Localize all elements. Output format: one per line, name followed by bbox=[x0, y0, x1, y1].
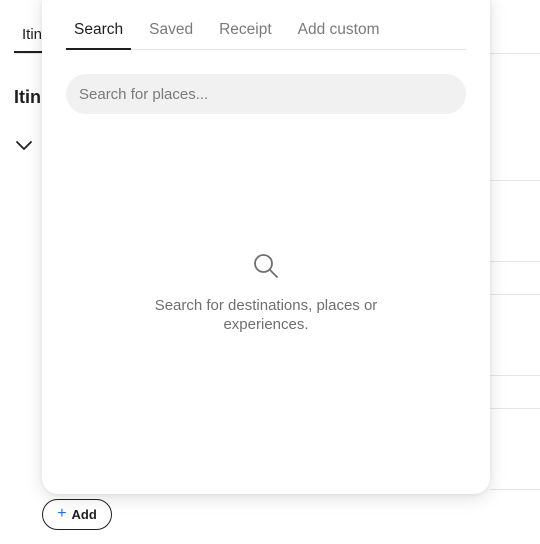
search-input[interactable] bbox=[66, 74, 466, 114]
itinerary-page: Itin Itin + Add Search Saved Receipt Add… bbox=[0, 0, 540, 544]
row-divider bbox=[490, 261, 540, 262]
row-divider bbox=[490, 408, 540, 409]
tab-saved[interactable]: Saved bbox=[141, 10, 201, 49]
tab-search[interactable]: Search bbox=[66, 10, 132, 50]
search-icon bbox=[254, 254, 278, 278]
tab-add-custom[interactable]: Add custom bbox=[290, 10, 388, 49]
add-button[interactable]: + Add bbox=[42, 499, 112, 530]
empty-state-message: Search for destinations, places or exper… bbox=[154, 297, 378, 333]
row-divider bbox=[490, 489, 540, 490]
row-divider bbox=[490, 294, 540, 295]
search-field-container bbox=[66, 74, 466, 114]
chevron-down-icon[interactable] bbox=[14, 137, 34, 153]
add-button-label: Add bbox=[71, 507, 97, 522]
row-divider bbox=[490, 180, 540, 181]
plus-icon: + bbox=[57, 505, 67, 522]
row-divider bbox=[490, 375, 540, 376]
page-heading: Itin bbox=[14, 87, 41, 107]
tab-itinerary[interactable]: Itin bbox=[22, 26, 42, 43]
tab-receipt[interactable]: Receipt bbox=[211, 10, 280, 49]
popover-tabs: Search Saved Receipt Add custom bbox=[66, 10, 466, 50]
add-place-popover: Search Saved Receipt Add custom Search f… bbox=[42, 0, 490, 494]
